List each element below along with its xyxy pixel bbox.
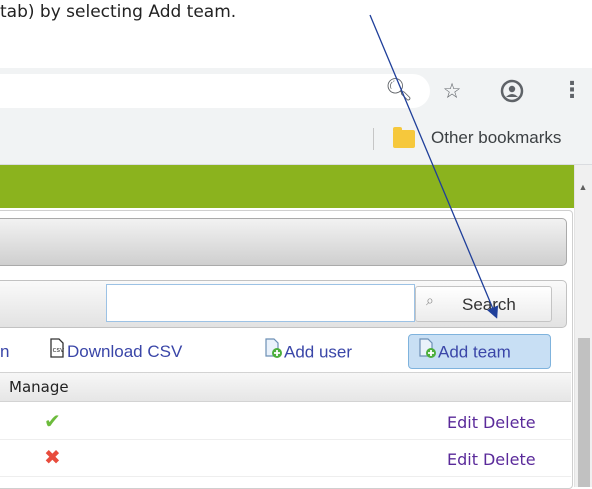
- delete-link[interactable]: Delete: [483, 450, 536, 469]
- table-header-row: Manage: [0, 372, 571, 402]
- search-icon: ⌕: [426, 293, 434, 309]
- row-divider: [0, 439, 571, 440]
- bookmarks-separator: [373, 128, 374, 150]
- row-divider: [0, 476, 571, 477]
- table-row-actions: Edit Delete: [447, 450, 541, 469]
- truncated-action-link[interactable]: n: [0, 337, 9, 367]
- add-document-icon: [416, 337, 438, 369]
- account-icon[interactable]: [497, 74, 527, 108]
- panel-title-bar: [0, 218, 567, 266]
- add-team-label: Add team: [438, 342, 511, 362]
- inactive-cross-icon: ✖: [44, 445, 61, 469]
- add-user-link[interactable]: Add user: [262, 337, 352, 367]
- instruction-caption: tab) by selecting Add team.: [0, 2, 237, 22]
- scrollbar-thumb[interactable]: [578, 338, 590, 487]
- table-row-actions: Edit Delete: [447, 413, 541, 432]
- active-check-icon: ✔: [44, 409, 61, 433]
- address-bar[interactable]: [0, 74, 430, 108]
- app-header-bar: [0, 165, 574, 208]
- zoom-icon[interactable]: 🔍︎: [384, 74, 414, 108]
- edit-link[interactable]: Edit: [447, 413, 478, 432]
- scroll-up-arrow-icon[interactable]: ▲: [576, 180, 590, 194]
- delete-link[interactable]: Delete: [483, 413, 536, 432]
- svg-text:csv: csv: [53, 346, 65, 354]
- search-button[interactable]: ⌕ Search: [415, 286, 552, 322]
- add-user-label: Add user: [284, 342, 353, 362]
- search-input[interactable]: [106, 284, 415, 322]
- csv-file-icon: csv: [47, 337, 67, 368]
- star-icon[interactable]: ☆: [437, 74, 467, 108]
- add-team-link[interactable]: Add team: [416, 337, 511, 367]
- add-document-icon: [262, 337, 284, 369]
- column-header-manage[interactable]: Manage: [9, 378, 69, 396]
- download-csv-label: Download CSV: [67, 342, 183, 361]
- search-button-label: Search: [462, 295, 516, 314]
- other-bookmarks-link[interactable]: Other bookmarks: [431, 128, 561, 148]
- folder-icon[interactable]: [393, 127, 415, 148]
- menu-dots-icon[interactable]: ⋮: [560, 74, 584, 108]
- edit-link[interactable]: Edit: [447, 450, 478, 469]
- download-csv-link[interactable]: csv Download CSV: [47, 337, 182, 367]
